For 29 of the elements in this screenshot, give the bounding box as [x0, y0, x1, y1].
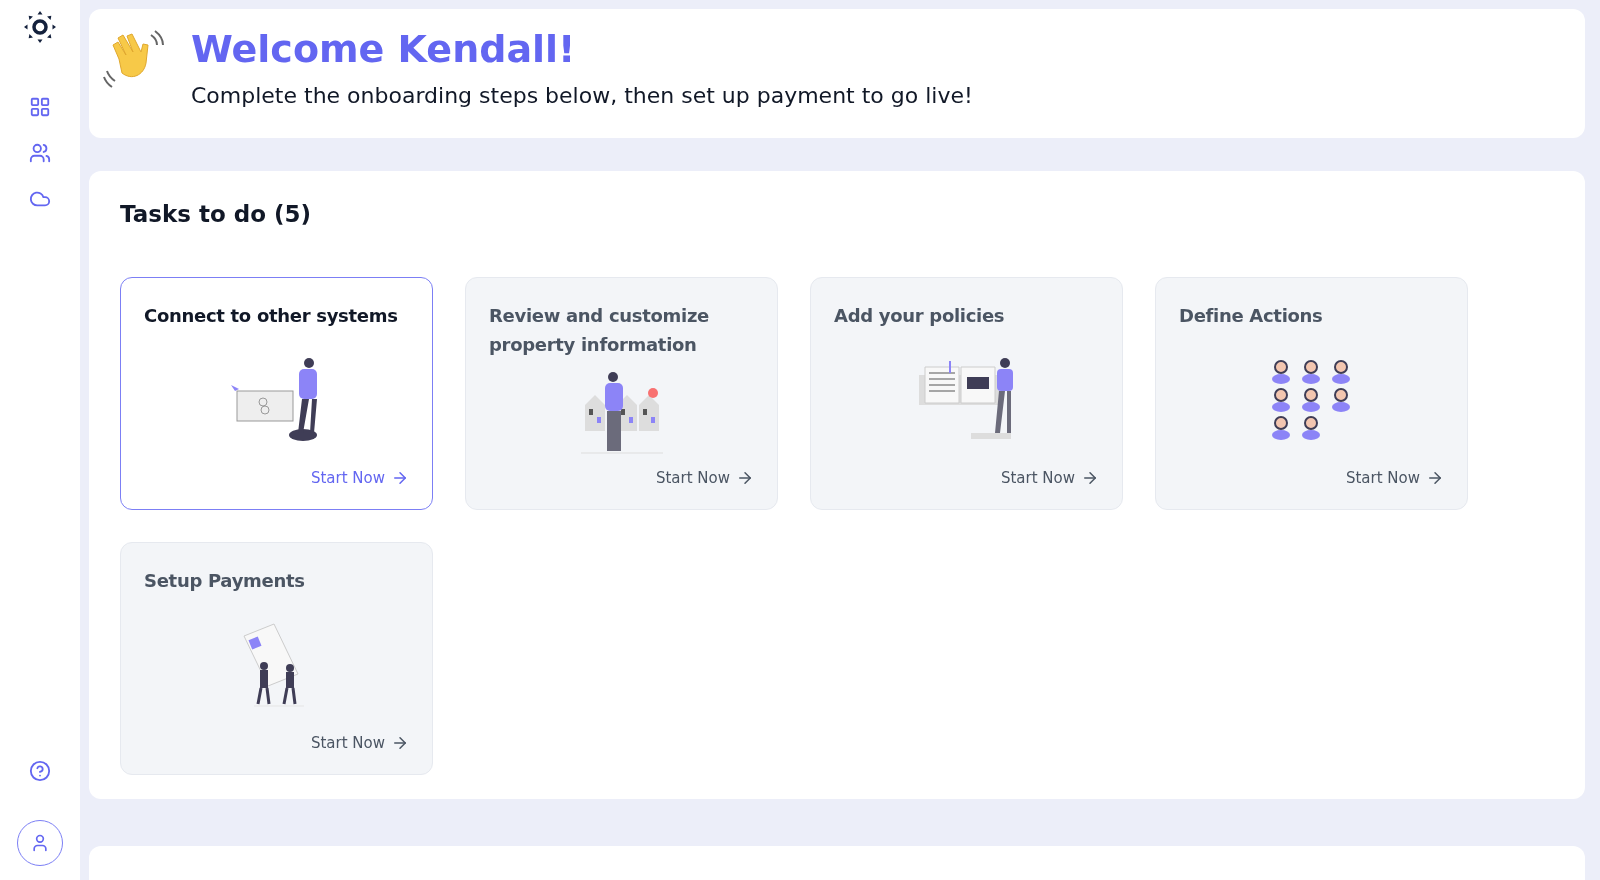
task-title: Define Actions [1179, 304, 1324, 328]
start-now-link[interactable]: Start Now [310, 469, 409, 487]
task-title: Connect to other systems [144, 304, 399, 328]
arrow-right-icon [1426, 469, 1444, 487]
user-avatar-button[interactable] [17, 820, 63, 866]
task-card[interactable]: Connect to other systems Start Now [120, 277, 433, 510]
arrow-right-icon [1081, 469, 1099, 487]
task-title: Add your policies [834, 304, 1006, 328]
task-card[interactable]: Define Actions Start Now [1155, 277, 1468, 510]
start-now-link[interactable]: Start Now [1345, 469, 1444, 487]
tasks-heading: Tasks to do (5) [120, 201, 313, 227]
sun-logo-icon [23, 10, 57, 44]
dashboard-grid-icon[interactable] [29, 96, 51, 118]
start-now-link[interactable]: Start Now [655, 469, 754, 487]
task-card[interactable]: Setup Payments Start Now [120, 542, 433, 775]
arrow-right-icon [391, 734, 409, 752]
help-icon[interactable] [29, 760, 51, 782]
person-icon [30, 833, 50, 853]
arrow-right-icon [736, 469, 754, 487]
arrow-right-icon [391, 469, 409, 487]
task-title: Setup Payments [144, 569, 306, 593]
task-card[interactable]: Review and customize property information Start Now [465, 277, 778, 510]
task-title: Review and customize property information [489, 304, 710, 357]
task-card[interactable]: Add your policies Start Now [810, 277, 1123, 510]
start-now-link[interactable]: Start Now [1000, 469, 1099, 487]
welcome-subtitle: Complete the onboarding steps below, then set up payment to go live! [191, 82, 973, 108]
welcome-title: Welcome Kendall! [191, 29, 577, 71]
start-now-link[interactable]: Start Now [310, 734, 409, 752]
users-icon[interactable] [29, 142, 51, 164]
